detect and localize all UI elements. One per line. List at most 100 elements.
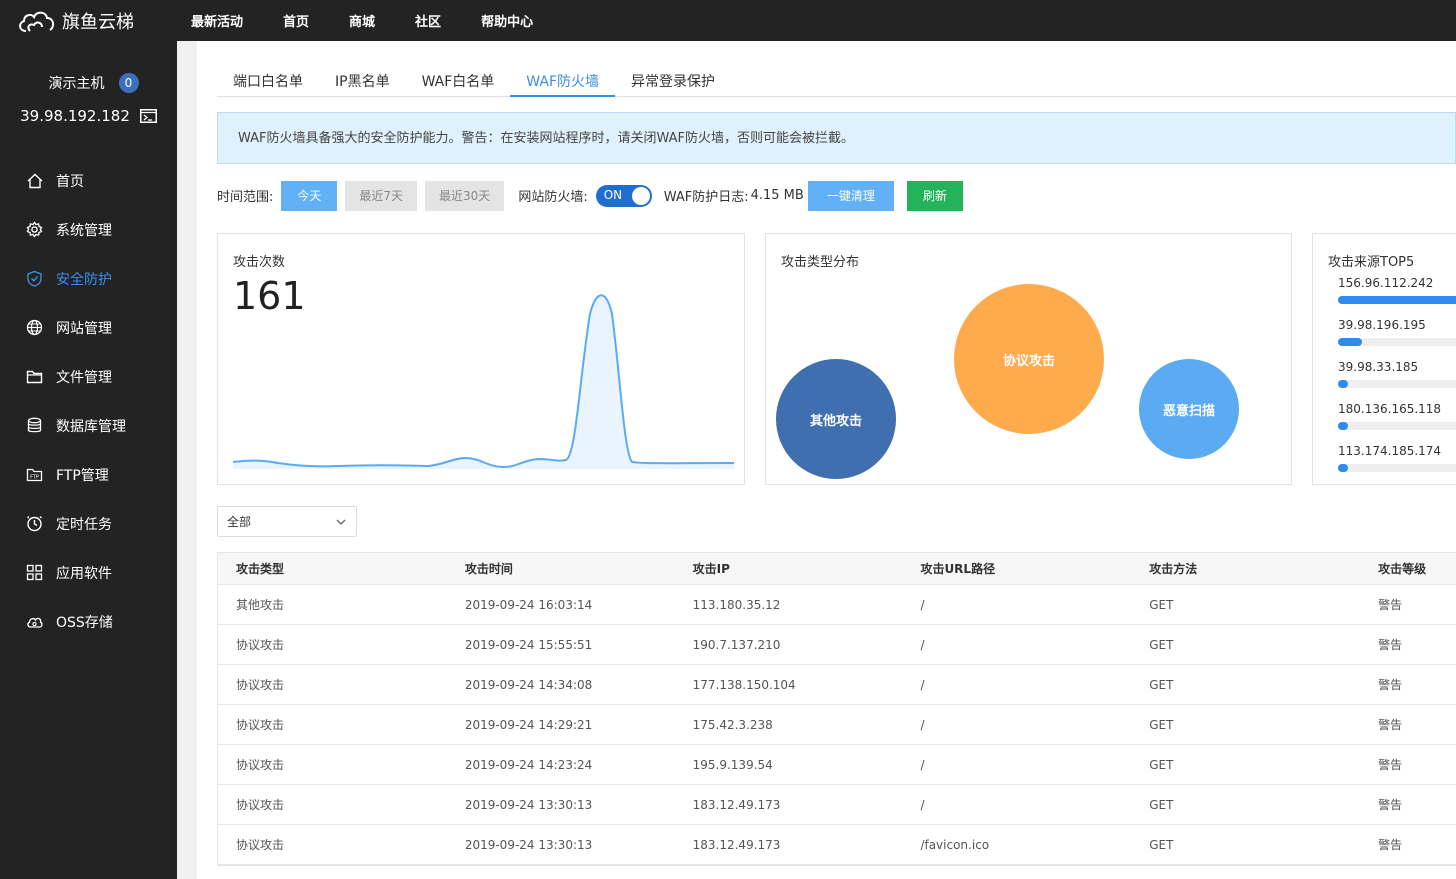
table-row[interactable]: 协议攻击 2019-09-24 13:30:13 183.12.49.173/fav…: [218, 825, 1456, 865]
sidebar-item-label: FTP管理: [56, 467, 109, 484]
sidebar-item-label: 应用软件: [56, 565, 112, 582]
sidebar-item-5[interactable]: 数据库管理: [0, 401, 177, 450]
topnav-item-2[interactable]: 商城: [349, 11, 375, 30]
table-cell: 183.12.49.173: [692, 797, 781, 812]
security-tabs: 端口白名单 IP黑名单 WAF白名单 WAF防火墙 异常登录保护: [217, 65, 1456, 97]
top5-bar-track: [1338, 338, 1456, 346]
top5-bar-track: [1338, 296, 1456, 304]
top5-bar-fill: [1338, 380, 1348, 388]
tab-2[interactable]: WAF白名单: [406, 65, 511, 97]
chevron-down-icon: [336, 519, 346, 525]
column-header: 攻击时间: [464, 562, 513, 576]
table-cell: GET: [1149, 757, 1174, 772]
top5-item: 39.98.33.185: [1338, 360, 1456, 388]
tab-3[interactable]: WAF防火墙: [510, 65, 616, 97]
table-cell: 协议攻击: [236, 838, 285, 852]
brand-logo[interactable]: 旗鱼云梯: [16, 0, 186, 41]
topnav-item-1[interactable]: 首页: [283, 11, 309, 30]
sidebar-item-label: 首页: [56, 173, 84, 190]
notification-badge[interactable]: 0: [118, 73, 139, 93]
sidebar-item-6[interactable]: FTP FTP管理: [0, 450, 177, 499]
waf-toolbar: 时间范围: 今天 最近7天 最近30天 网站防火墙: ON WAF防护日志: 4…: [217, 180, 1456, 211]
tab-1[interactable]: IP黑名单: [319, 65, 406, 97]
sidebar-item-8[interactable]: 应用软件: [0, 548, 177, 597]
table-row[interactable]: 协议攻击 2019-09-24 14:29:21 175.42.3.238 / GET 警…: [218, 705, 1456, 745]
table-cell: /: [920, 637, 925, 652]
sidebar-item-1[interactable]: 系统管理: [0, 205, 177, 254]
last-30-days-button[interactable]: 最近30天: [425, 180, 505, 211]
bubble-label: 恶意扫描: [1162, 403, 1215, 419]
attack-log-table: 攻击类型 攻击时间 攻击IP 攻击URL路径 攻击方法 攻击等级 其他攻击 2019-09-2…: [217, 552, 1456, 866]
sidebar-item-label: 数据库管理: [56, 418, 126, 435]
top5-ip: 39.98.196.195: [1338, 318, 1426, 332]
sidebar-item-0[interactable]: 首页: [0, 156, 177, 205]
today-button[interactable]: 今天: [281, 180, 338, 211]
svg-text:FTP: FTP: [30, 475, 39, 481]
table-cell: 2019-09-24 14:34:08: [464, 677, 593, 692]
topnav-item-3[interactable]: 社区: [415, 11, 441, 30]
sidebar-item-2[interactable]: 安全防护: [0, 254, 177, 303]
clock-icon: [27, 516, 42, 532]
attack-source-top5-card: 攻击来源TOP5 156.96.112.242 39.98.196.195 39.9…: [1312, 233, 1456, 485]
sidebar-item-label: 文件管理: [56, 369, 112, 386]
sidebar-item-9[interactable]: OSS存储: [0, 597, 177, 646]
table-cell: 183.12.49.173: [692, 837, 781, 852]
terminal-icon[interactable]: [139, 109, 157, 123]
firewall-label: 网站防火墙:: [518, 190, 588, 205]
table-cell: 协议攻击: [236, 678, 285, 692]
sidebar-item-4[interactable]: 文件管理: [0, 352, 177, 401]
top5-bar-fill: [1338, 464, 1348, 472]
table-row[interactable]: 协议攻击 2019-09-24 13:30:13 183.12.49.173 / GET…: [218, 785, 1456, 825]
clear-log-button[interactable]: 一键清理: [807, 180, 894, 211]
table-header-row: 攻击类型 攻击时间 攻击IP 攻击URL路径 攻击方法 攻击等级: [218, 553, 1456, 585]
top5-item: 113.174.185.174: [1338, 444, 1456, 472]
table-cell: GET: [1149, 797, 1174, 812]
log-size: 4.15 MB: [750, 188, 804, 203]
apps-icon: [26, 564, 43, 581]
shield-icon: [27, 270, 42, 287]
table-row[interactable]: 协议攻击 2019-09-24 15:55:51 190.7.137.210 / GET…: [218, 625, 1456, 665]
sidebar-menu: 首页系统管理安全防护网站管理文件管理数据库管理 FTP FTP管理定时任务应用软件 O…: [0, 156, 177, 646]
table-cell: 195.9.139.54: [692, 757, 773, 772]
bubble-malicious-scan[interactable]: 恶意扫描: [1139, 359, 1239, 459]
tab-4[interactable]: 异常登录保护: [615, 65, 731, 97]
cloud-icon: [27, 617, 43, 628]
table-cell: GET: [1149, 677, 1174, 692]
attack-type-filter[interactable]: 全部: [217, 506, 357, 537]
column-header: 攻击类型: [236, 562, 285, 576]
sidebar-item-3[interactable]: 网站管理: [0, 303, 177, 352]
table-cell: /: [920, 717, 925, 732]
database-icon: [27, 417, 42, 433]
bubble-label: 协议攻击: [1002, 353, 1055, 369]
table-cell: 175.42.3.238: [692, 717, 773, 732]
home-icon: [27, 173, 43, 189]
ftp-icon: FTP: [26, 468, 43, 482]
last-7-days-button[interactable]: 最近7天: [345, 180, 418, 211]
table-cell: 2019-09-24 16:03:14: [464, 597, 593, 612]
topnav-item-4[interactable]: 帮助中心: [481, 11, 533, 30]
table-cell: GET: [1149, 717, 1174, 732]
sidebar-item-7[interactable]: 定时任务: [0, 499, 177, 548]
top5-item: 180.136.165.118: [1338, 402, 1456, 430]
table-cell: /: [920, 757, 925, 772]
bubble-other-attack[interactable]: 其他攻击: [776, 359, 896, 479]
firewall-toggle[interactable]: ON: [595, 184, 652, 207]
table-row[interactable]: 协议攻击 2019-09-24 14:23:24 195.9.139.54 / GET 警…: [218, 745, 1456, 785]
refresh-button[interactable]: 刷新: [906, 180, 963, 211]
table-cell: 警告: [1378, 678, 1403, 692]
warning-alert: WAF防火墙具备强大的安全防护能力。警告：在安装网站程序时，请关闭WAF防火墙，…: [217, 112, 1456, 164]
tab-0[interactable]: 端口白名单: [217, 65, 319, 97]
filter-value: 全部: [227, 515, 252, 529]
table-cell: GET: [1149, 837, 1174, 852]
topnav-item-0[interactable]: 最新活动: [191, 11, 243, 30]
top5-bar-track: [1338, 422, 1456, 430]
bubble-protocol-attack[interactable]: 协议攻击: [954, 284, 1104, 434]
table-cell: 警告: [1378, 758, 1403, 772]
sidebar-item-label: 安全防护: [56, 271, 112, 288]
column-header: 攻击URL路径: [920, 562, 996, 576]
table-row[interactable]: 其他攻击 2019-09-24 16:03:14 113.180.35.12 / GET…: [218, 585, 1456, 625]
sidebar: 演示主机 0 39.98.192.182 首页 系统管理 安全防护 网站管理 文件管理数…: [0, 41, 177, 879]
table-cell: 警告: [1378, 598, 1403, 612]
table-row[interactable]: 协议攻击 2019-09-24 14:34:08 177.138.150.104 / G…: [218, 665, 1456, 705]
globe-icon: [26, 319, 43, 336]
